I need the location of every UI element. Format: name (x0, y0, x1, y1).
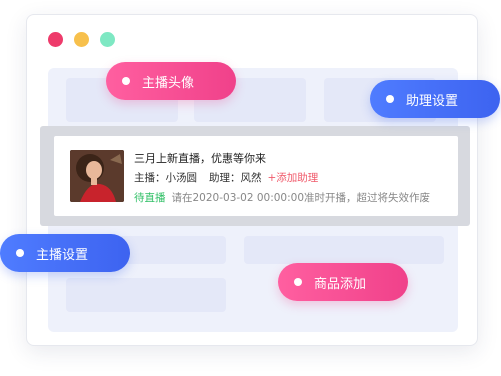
host-settings-callout[interactable]: 主播设置 (0, 234, 130, 272)
bullet-icon (122, 77, 130, 85)
status-badge: 待直播 (134, 192, 166, 204)
add-assistant-link[interactable]: +添加助理 (268, 172, 319, 184)
callout-label: 主播头像 (142, 75, 195, 91)
host-assistant-line: 主播：小汤圆 助理：风然 +添加助理 (134, 170, 318, 185)
host-avatar-image (70, 150, 124, 202)
bullet-icon (16, 249, 24, 257)
callout-label: 商品添加 (314, 276, 367, 292)
start-notice: 请在2020-03-02 00:00:00准时开播，超过将失效作废 (171, 192, 431, 204)
callout-label: 主播设置 (36, 247, 89, 263)
maximize-dot-icon[interactable] (100, 32, 115, 47)
bullet-icon (294, 278, 302, 286)
assistant-name: 助理：风然 (209, 172, 262, 184)
host-avatar-callout[interactable]: 主播头像 (106, 62, 236, 100)
status-line: 待直播 请在2020-03-02 00:00:00准时开播，超过将失效作废 (134, 190, 430, 205)
host-name: 主播：小汤圆 (134, 172, 197, 184)
minimize-dot-icon[interactable] (74, 32, 89, 47)
assistant-settings-callout[interactable]: 助理设置 (370, 80, 500, 118)
product-add-callout[interactable]: 商品添加 (278, 263, 408, 301)
placeholder-block (66, 278, 226, 312)
live-title: 三月上新直播，优惠等你来 (134, 152, 266, 165)
callout-label: 助理设置 (406, 93, 459, 109)
placeholder-block (244, 236, 444, 264)
bullet-icon (386, 95, 394, 103)
host-avatar-icon (70, 150, 124, 202)
close-dot-icon[interactable] (48, 32, 63, 47)
